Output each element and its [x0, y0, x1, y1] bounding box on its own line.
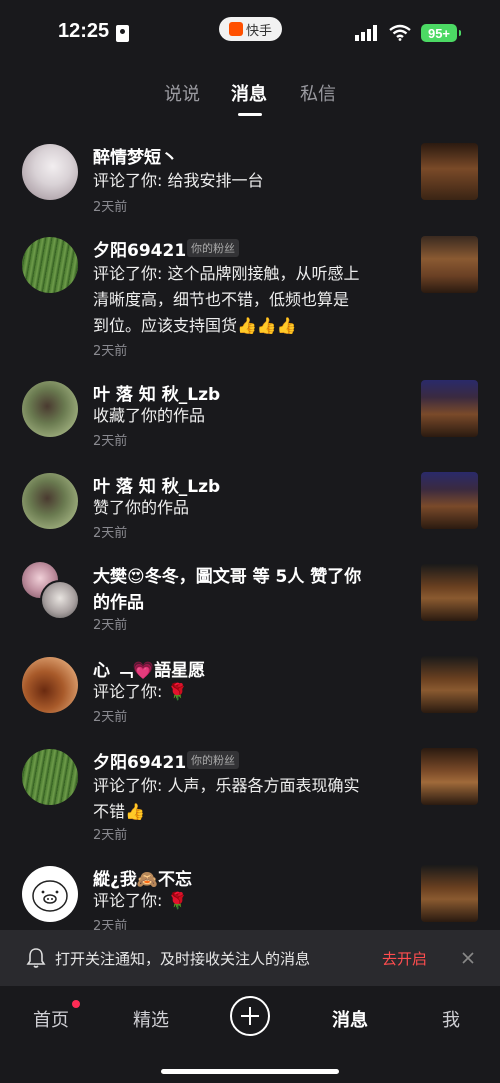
notice-text: 打开关注通知，及时接收关注人的消息 [55, 950, 311, 968]
status-bar: 12:25 快手 95+ [0, 0, 500, 64]
enable-notifications-button[interactable]: 去开启 [382, 948, 427, 969]
sender-name[interactable]: 縱¿我🙈不忘 [93, 865, 192, 890]
sender-name[interactable]: 醉情梦短丶 [93, 143, 178, 168]
active-tab-indicator [238, 113, 262, 116]
kuaishou-logo-icon [228, 22, 243, 36]
status-time: 12:25 [58, 20, 110, 42]
tab-private-messages[interactable]: 私信 [300, 80, 336, 106]
message-line: 评论了你: 人声，乐器各方面表现确实 [93, 776, 360, 795]
fan-badge: 你的粉丝 [187, 751, 239, 769]
avatar[interactable] [40, 580, 80, 620]
message-time: 2天前 [93, 526, 128, 541]
message-line: 到位。应该支持国货👍👍👍 [93, 316, 297, 335]
battery-icon: 95+ [421, 24, 461, 42]
message-text: 收藏了你的作品 [93, 406, 206, 425]
post-thumbnail[interactable] [421, 472, 478, 529]
message-text: 赞了你的作品 [93, 498, 190, 517]
post-thumbnail[interactable] [421, 236, 478, 293]
avatar-group[interactable] [20, 560, 80, 620]
fan-badge: 你的粉丝 [187, 239, 239, 257]
message-text: 评论了你: 🌹 [93, 682, 188, 701]
tab-shuoshuo[interactable]: 说说 [164, 80, 200, 106]
message-time: 2天前 [93, 200, 128, 215]
sender-name[interactable]: 夕阳69421 [93, 236, 186, 261]
message-text: 评论了你: 🌹 [93, 891, 188, 910]
sender-line: 大樊😍冬冬，圖文哥 等 5人 赞了你 [93, 567, 362, 587]
tab-messages[interactable]: 消息 [231, 80, 267, 106]
avatar[interactable] [22, 381, 78, 437]
pig-icon [32, 880, 68, 912]
notification-banner: 打开关注通知，及时接收关注人的消息 去开启 [0, 930, 500, 986]
avatar[interactable] [22, 866, 78, 922]
nav-messages[interactable]: 消息 [332, 1006, 368, 1032]
message-time: 2天前 [93, 344, 128, 359]
app-name: 快手 [245, 23, 272, 39]
message-time: 2天前 [93, 710, 128, 725]
home-indicator[interactable] [161, 1069, 339, 1074]
message-line: 不错👍 [93, 802, 145, 821]
avatar[interactable] [22, 473, 78, 529]
nav-home[interactable]: 首页 [33, 1006, 69, 1032]
avatar[interactable] [22, 144, 78, 200]
app-pill[interactable]: 快手 [219, 17, 282, 41]
post-thumbnail[interactable] [421, 656, 478, 713]
id-card-icon [116, 25, 129, 42]
message-text: 评论了你: 人声，乐器各方面表现确实 不错👍 [93, 773, 403, 825]
nav-featured[interactable]: 精选 [133, 1006, 169, 1032]
sender-name[interactable]: 大樊😍冬冬，圖文哥 等 5人 赞了你 的作品 [93, 564, 393, 616]
message-time: 2天前 [93, 618, 128, 633]
post-thumbnail[interactable] [421, 865, 478, 922]
notification-dot [72, 1000, 80, 1008]
message-text: 评论了你: 这个品牌刚接触，从听感上 清晰度高，细节也不错，低频也算是 到位。应… [93, 261, 403, 339]
sender-name[interactable]: 叶 落 知 秋_Lzb [93, 380, 220, 405]
sender-name[interactable]: 心 ﹁💗語星愿 [93, 656, 205, 681]
message-text: 评论了你: 给我安排一台 [93, 171, 264, 190]
message-line: 清晰度高，细节也不错，低频也算是 [93, 290, 350, 309]
message-time: 2天前 [93, 434, 128, 449]
top-tabs: 说说 消息 私信 [0, 80, 500, 120]
nav-me[interactable]: 我 [442, 1006, 460, 1032]
message-time: 2天前 [93, 828, 128, 843]
avatar[interactable] [22, 749, 78, 805]
close-icon[interactable] [460, 950, 476, 966]
bell-icon [26, 948, 46, 968]
post-thumbnail[interactable] [421, 748, 478, 805]
message-line: 评论了你: 这个品牌刚接触，从听感上 [93, 264, 360, 283]
sender-line: 的作品 [93, 593, 144, 613]
avatar[interactable] [22, 237, 78, 293]
signal-icon [355, 25, 377, 41]
add-button[interactable] [230, 996, 270, 1036]
sender-name[interactable]: 夕阳69421 [93, 748, 186, 773]
post-thumbnail[interactable] [421, 143, 478, 200]
post-thumbnail[interactable] [421, 564, 478, 621]
sender-name[interactable]: 叶 落 知 秋_Lzb [93, 472, 220, 497]
avatar[interactable] [22, 657, 78, 713]
bottom-nav: 首页 精选 消息 我 [0, 986, 500, 1083]
post-thumbnail[interactable] [421, 380, 478, 437]
wifi-icon [389, 24, 411, 41]
